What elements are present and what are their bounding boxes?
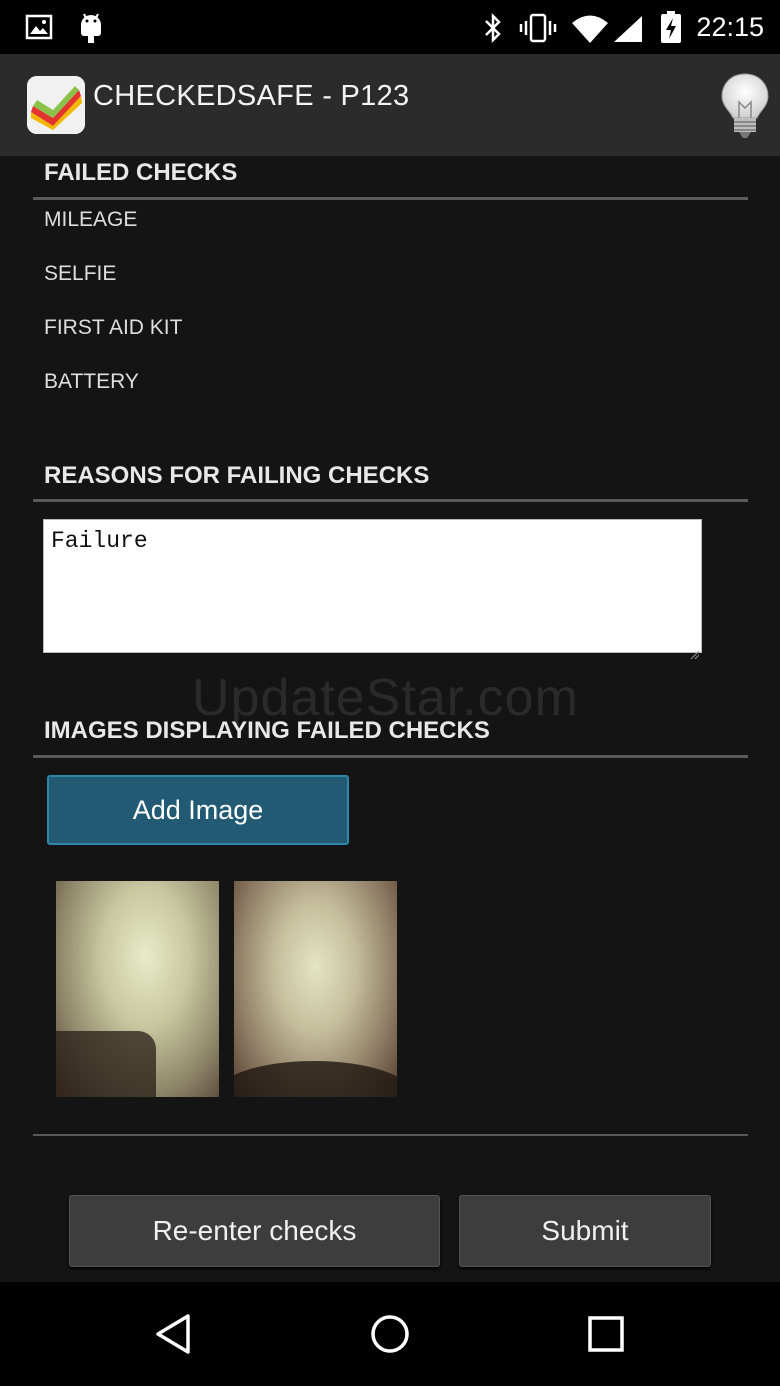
recents-icon[interactable]	[587, 1314, 625, 1359]
failed-check-image-thumbnail[interactable]	[234, 881, 397, 1097]
reason-text: Failure	[51, 528, 148, 554]
divider	[33, 1134, 748, 1136]
failed-check-item: SELFIE	[44, 262, 117, 285]
failed-check-item: BATTERY	[44, 370, 139, 393]
reason-textarea[interactable]: Failure	[43, 519, 702, 660]
home-icon[interactable]	[369, 1312, 411, 1361]
reasons-header: REASONS FOR FAILING CHECKS	[44, 462, 430, 489]
resize-grip-icon[interactable]	[689, 640, 700, 660]
back-icon[interactable]	[152, 1312, 196, 1361]
failed-checks-header: FAILED CHECKS	[44, 159, 238, 186]
image-icon	[25, 13, 53, 46]
failed-check-item: MILEAGE	[44, 208, 138, 231]
vibrate-icon	[518, 12, 558, 49]
reenter-checks-button[interactable]: Re-enter checks	[69, 1195, 440, 1267]
battery-charging-icon	[659, 10, 683, 49]
divider	[33, 755, 748, 758]
status-bar: 22:15	[0, 0, 780, 54]
bluetooth-icon	[482, 12, 504, 49]
wifi-icon	[570, 14, 610, 49]
divider	[33, 197, 748, 200]
add-image-button[interactable]: Add Image	[47, 775, 349, 845]
failed-check-image-thumbnail[interactable]	[56, 881, 219, 1097]
checkedsafe-logo-icon	[27, 76, 85, 134]
page-title: CHECKEDSAFE - P123	[93, 80, 410, 112]
divider	[33, 499, 748, 502]
submit-button[interactable]: Submit	[459, 1195, 711, 1267]
failed-check-item: FIRST AID KIT	[44, 316, 183, 339]
lightbulb-icon[interactable]	[720, 72, 770, 145]
android-icon	[77, 11, 105, 50]
action-bar: CHECKEDSAFE - P123	[0, 54, 780, 156]
signal-icon	[612, 14, 644, 49]
clock: 22:15	[696, 12, 764, 42]
images-header: IMAGES DISPLAYING FAILED CHECKS	[44, 717, 490, 744]
navigation-bar	[0, 1282, 780, 1386]
